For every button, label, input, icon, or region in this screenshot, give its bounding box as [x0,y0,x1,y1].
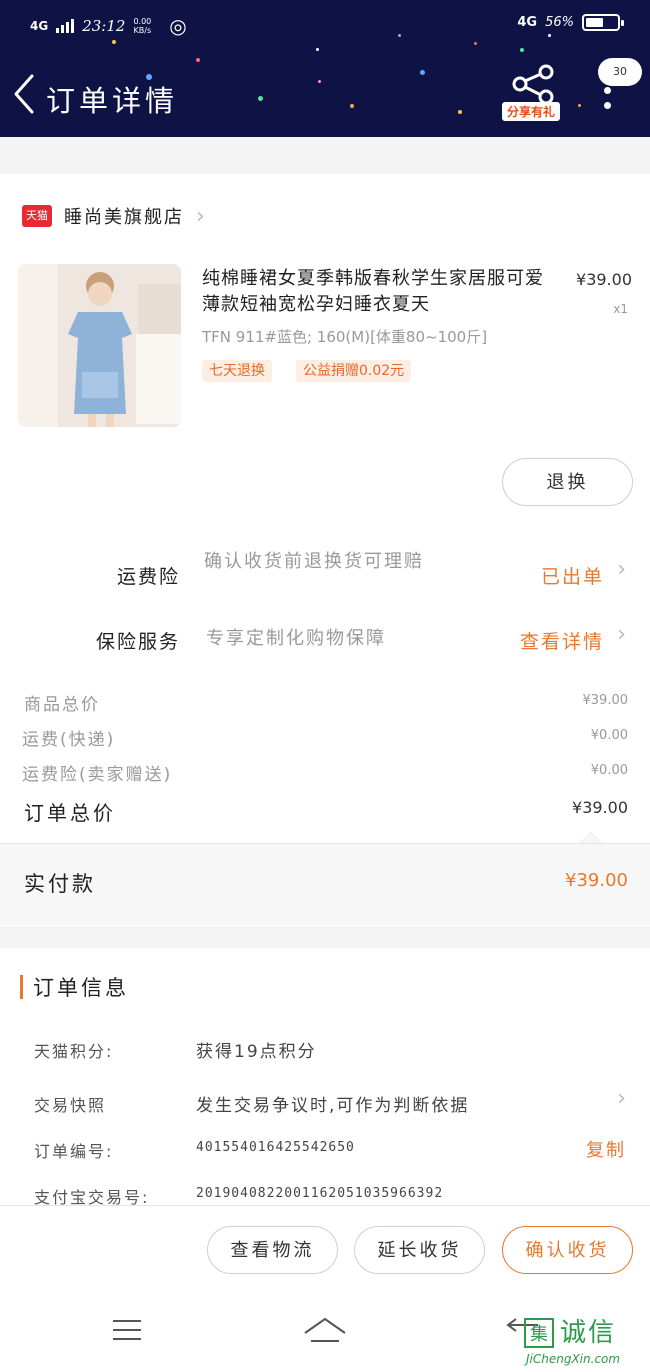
order-number-label: 订单编号: [34,1142,114,1161]
copy-order-number-button[interactable]: 复制 [586,1136,626,1162]
tag-charity: 公益捐赠0.02元 [296,360,412,382]
shop-row[interactable]: 天猫 睡尚美旗舰店 › [22,203,205,229]
watermark-text: 诚信 [560,1318,617,1348]
status-time: 23:12 [82,17,126,35]
star-decoration [458,110,462,114]
page-title: 订单详情 [46,84,179,118]
chevron-right-icon: › [617,1086,626,1111]
battery-fill [586,18,603,27]
share-icon [512,64,554,104]
product-image[interactable] [18,264,181,427]
status-bar: 4G 23:12 0.00 KB/s ◎ 4G 56% [0,8,650,42]
shop-name: 睡尚美旗舰店 [64,207,184,228]
notification-icon: ◎ [169,14,187,38]
star-decoration [196,58,200,62]
product-price: ¥39.00 [576,270,632,289]
freight-insurance-label: 运费险 [116,566,180,588]
order-number-value: 401554016425542650 [196,1140,355,1155]
alipay-trade-number-value: 2019040822001162051035966392 [196,1186,444,1201]
fee-insurance-value: ¥0.00 [590,763,628,778]
view-logistics-button[interactable]: 查看物流 [207,1226,338,1274]
star-decoration [318,80,321,83]
star-decoration [578,104,581,107]
share-button[interactable]: 分享有礼 [500,64,564,128]
tmall-points-value: 获得19点积分 [196,1042,317,1062]
order-total-value: ¥39.00 [572,798,628,817]
chevron-right-icon: › [196,203,205,229]
network-speed-unit: KB/s [133,26,152,35]
product-title[interactable]: 纯棉睡裙女夏季韩版春秋学生家居服可爱薄款短袖宽松孕妇睡衣夏天 [202,266,558,318]
share-label: 分享有礼 [502,102,561,121]
network-speed: 0.00 KB/s [133,17,151,35]
order-info-title: 订单信息 [33,976,129,1000]
message-badge[interactable]: 30 [598,58,642,86]
fee-shipping-label: 运费(快递) [22,730,116,750]
fee-shipping-value: ¥0.00 [590,728,628,743]
network-indicator: 4G [30,19,49,33]
fee-goods-value: ¥39.00 [582,693,629,708]
insurance-service-desc: 专享定制化购物保障 [206,628,386,649]
confirm-receipt-button[interactable]: 确认收货 [502,1226,633,1274]
caret-up-icon [580,832,602,843]
header-bar: 4G 23:12 0.00 KB/s ◎ 4G 56% 订单详情 分享有礼 30 [0,0,650,137]
order-info-header: 订单信息 [20,972,129,1002]
battery-icon [582,14,624,31]
product-quantity: x1 [613,302,628,316]
star-decoration [258,96,263,101]
extend-receipt-button[interactable]: 延长收货 [354,1226,485,1274]
paid-amount-section [0,843,650,925]
star-decoration [316,48,319,51]
signal-icon [56,19,75,33]
chevron-right-icon: › [617,622,626,647]
watermark-url: JiChengXin.com [526,1352,621,1366]
star-decoration [520,48,524,52]
paid-amount-label: 实付款 [24,872,96,896]
home-icon[interactable] [303,1315,347,1345]
trade-snapshot-value: 发生交易争议时,可作为判断依据 [196,1096,470,1116]
watermark-mark: 集 [524,1318,554,1348]
trade-snapshot-label: 交易快照 [34,1096,107,1115]
fee-goods-label: 商品总价 [24,695,100,715]
insurance-service-status: 查看详情 [519,631,604,653]
network-indicator-right: 4G [517,15,538,30]
tmall-badge: 天猫 [22,205,52,227]
tag-seven-day-return: 七天退换 [202,360,272,382]
battery-percent: 56% [545,15,574,30]
paid-amount-value: ¥39.00 [565,870,628,891]
section-accent-bar [20,975,23,999]
insurance-service-label: 保险服务 [95,631,180,653]
star-decoration [420,70,425,75]
star-decoration [474,42,477,45]
menu-icon[interactable] [112,1315,142,1345]
return-exchange-button[interactable]: 退换 [502,458,633,506]
watermark-logo: 集 诚信 JiChengXin.com [524,1318,644,1370]
fee-insurance-label: 运费险(卖家赠送) [22,765,173,785]
freight-insurance-desc: 确认收货前退换货可理赔 [204,551,424,572]
chevron-right-icon: › [617,557,626,582]
freight-insurance-status: 已出单 [540,566,604,588]
star-decoration [350,104,354,108]
network-speed-value: 0.00 [133,17,152,26]
product-sku: TFN 911#蓝色; 160(M)[体重80~100斤] [202,328,488,346]
back-icon[interactable] [10,72,38,116]
tmall-points-label: 天猫积分: [34,1042,114,1061]
order-total-label: 订单总价 [24,801,116,825]
